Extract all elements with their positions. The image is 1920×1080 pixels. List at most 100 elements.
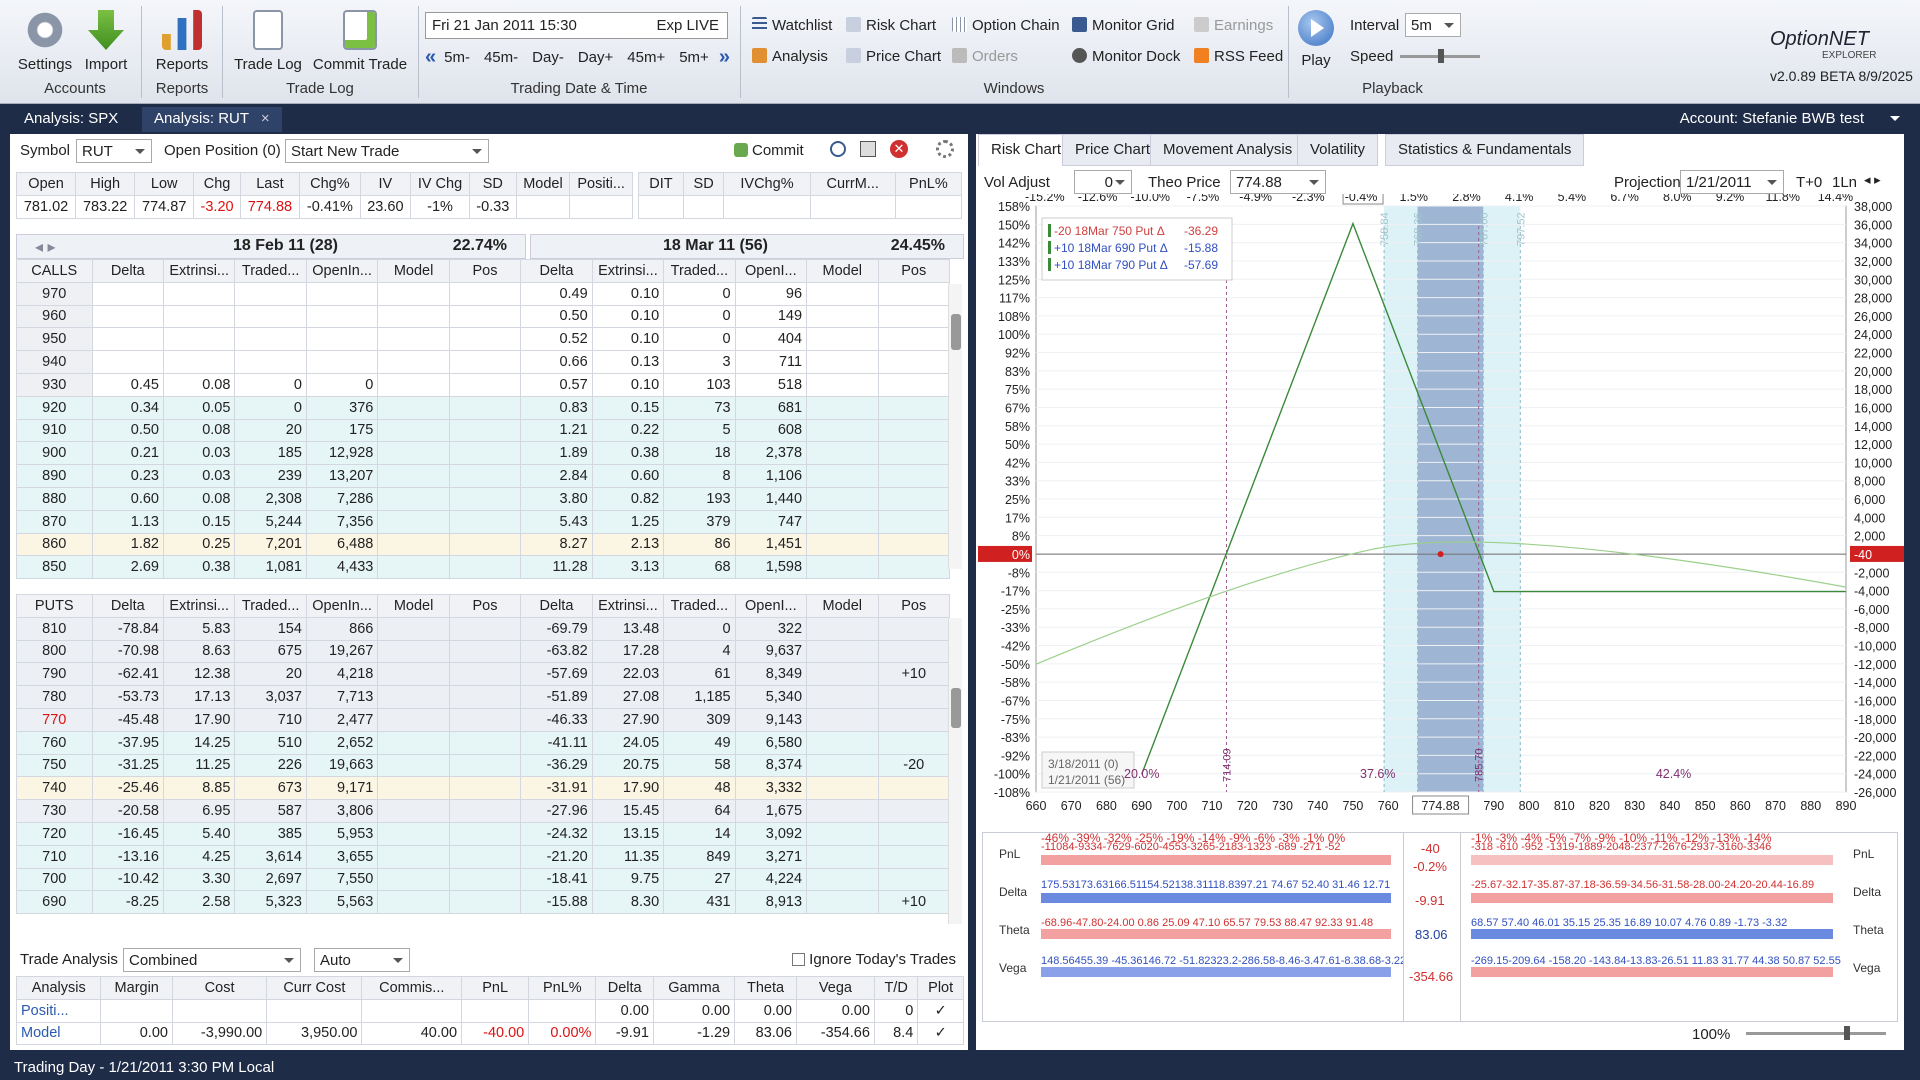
option-cell[interactable] — [448, 753, 522, 778]
option-cell[interactable]: 681 — [734, 395, 808, 420]
option-cell[interactable]: 5.40 — [162, 821, 236, 846]
option-cell[interactable]: 0.23 — [91, 464, 164, 488]
option-cell[interactable]: 14 — [663, 821, 736, 846]
option-cell[interactable]: 5,244 — [234, 509, 307, 534]
option-cell[interactable]: 0.45 — [91, 372, 164, 397]
option-cell[interactable]: 0 — [234, 372, 307, 397]
option-cell[interactable]: 6,580 — [734, 730, 808, 755]
option-cell[interactable]: 58 — [663, 753, 736, 778]
option-cell[interactable]: 0.15 — [591, 395, 665, 420]
option-cell[interactable]: -41.11 — [520, 730, 593, 755]
option-cell[interactable]: -16.45 — [91, 821, 164, 846]
chart-tab-0[interactable]: Risk Chart — [978, 134, 1075, 166]
option-cell[interactable]: 1.25 — [591, 509, 665, 534]
option-cell[interactable]: 17.90 — [591, 776, 665, 801]
option-cell[interactable]: 4.25 — [162, 844, 236, 869]
option-cell[interactable] — [448, 327, 522, 352]
option-cell[interactable] — [877, 707, 951, 732]
option-row[interactable]: 710 -13.16 4.25 3,614 3,655 -21.20 11.35 849 3,2… — [16, 844, 951, 869]
option-cell[interactable] — [448, 707, 522, 732]
option-cell[interactable]: 103 — [663, 372, 736, 397]
option-cell[interactable] — [877, 776, 951, 801]
option-cell[interactable]: 0.49 — [520, 281, 593, 306]
option-row[interactable]: 790 -62.41 12.38 20 4,218 -57.69 22.03 61 8,349 +… — [16, 662, 951, 687]
ta-row[interactable]: Positi... 0.00 0.00 0.00 0.00 0 ✓ — [15, 998, 964, 1023]
option-cell[interactable]: 17.13 — [162, 685, 236, 709]
option-cell[interactable] — [806, 464, 879, 488]
option-cell[interactable]: 226 — [234, 753, 307, 778]
option-cell[interactable] — [377, 304, 450, 329]
option-cell[interactable]: 22.03 — [591, 662, 665, 687]
option-cell[interactable]: -13.16 — [91, 844, 164, 869]
option-row[interactable]: 770 -45.48 17.90 710 2,477 -46.33 27.90 309 9,14… — [16, 707, 951, 732]
option-cell[interactable] — [877, 372, 951, 397]
option-cell[interactable]: -31.25 — [91, 753, 164, 778]
option-cell[interactable] — [448, 616, 522, 641]
option-cell[interactable]: -78.84 — [91, 616, 164, 641]
option-cell[interactable]: 1,440 — [734, 486, 808, 511]
option-cell[interactable] — [806, 707, 879, 732]
option-cell[interactable]: 4,433 — [305, 555, 379, 580]
option-cell[interactable]: 675 — [234, 639, 307, 664]
option-cell[interactable] — [377, 685, 450, 709]
option-cell[interactable]: 9,637 — [734, 639, 808, 664]
option-cell[interactable]: -51.89 — [520, 685, 593, 709]
speed-slider-thumb[interactable] — [1438, 49, 1444, 63]
option-cell[interactable] — [877, 685, 951, 709]
ta-row[interactable]: Model 0.00 -3,990.00 3,950.00 40.00 -40.00 0.0… — [15, 1021, 964, 1046]
option-cell[interactable]: 7,286 — [305, 486, 379, 511]
option-cell[interactable] — [377, 486, 450, 511]
option-cell[interactable]: 2.58 — [162, 890, 236, 915]
option-cell[interactable]: 0.60 — [591, 464, 665, 488]
option-cell[interactable]: 379 — [663, 509, 736, 534]
monitor-dock-button[interactable]: Monitor Dock — [1072, 48, 1180, 65]
option-cell[interactable]: 8,349 — [734, 662, 808, 687]
option-cell[interactable]: 49 — [663, 730, 736, 755]
option-cell[interactable] — [377, 776, 450, 801]
option-cell[interactable]: 0 — [234, 395, 307, 420]
option-cell[interactable]: -24.32 — [520, 821, 593, 846]
option-cell[interactable]: 1,081 — [234, 555, 307, 580]
option-row[interactable]: 750 -31.25 11.25 226 19,663 -36.29 20.75 58 8,37… — [16, 753, 951, 778]
option-cell[interactable]: 0.34 — [91, 395, 164, 420]
option-row[interactable]: 910 0.50 0.08 20 175 1.21 0.22 5 608 — [16, 418, 951, 443]
option-cell[interactable] — [806, 662, 879, 687]
option-cell[interactable]: -69.79 — [520, 616, 593, 641]
option-cell[interactable] — [806, 799, 879, 823]
monitor-grid-button[interactable]: Monitor Grid — [1072, 17, 1175, 34]
option-cell[interactable] — [377, 867, 450, 892]
option-cell[interactable] — [448, 639, 522, 664]
option-row[interactable]: 950 0.52 0.10 0 404 — [16, 327, 951, 352]
option-cell[interactable]: 2.84 — [520, 464, 593, 488]
trade-log-button[interactable]: Trade Log — [232, 10, 304, 73]
option-cell[interactable] — [377, 327, 450, 352]
option-cell[interactable]: 11.28 — [520, 555, 593, 580]
option-row[interactable]: 870 1.13 0.15 5,244 7,356 5.43 1.25 379 747 — [16, 509, 951, 534]
option-cell[interactable] — [377, 350, 450, 374]
option-cell[interactable] — [448, 418, 522, 443]
option-cell[interactable]: 2.13 — [591, 532, 665, 557]
option-cell[interactable] — [377, 662, 450, 687]
nav-45m-back[interactable]: 45m- — [484, 49, 518, 66]
option-cell[interactable]: 0.66 — [520, 350, 593, 374]
option-cell[interactable] — [162, 281, 236, 306]
option-row[interactable]: 700 -10.42 3.30 2,697 7,550 -18.41 9.75 27 4,224 — [16, 867, 951, 892]
option-cell[interactable]: 7,201 — [234, 532, 307, 557]
option-cell[interactable]: 11.35 — [591, 844, 665, 869]
option-cell[interactable]: 8.63 — [162, 639, 236, 664]
commit-trade-button[interactable]: Commit Trade — [312, 10, 408, 73]
option-cell[interactable]: 711 — [734, 350, 808, 374]
option-cell[interactable]: 5,340 — [734, 685, 808, 709]
option-cell[interactable]: 3,332 — [734, 776, 808, 801]
option-cell[interactable]: 0.22 — [591, 418, 665, 443]
option-cell[interactable] — [234, 304, 307, 329]
option-cell[interactable]: 0.08 — [162, 418, 236, 443]
option-cell[interactable]: 5.83 — [162, 616, 236, 641]
rss-feed-button[interactable]: RSS Feed — [1194, 48, 1283, 65]
auto-select[interactable]: Auto — [314, 948, 410, 972]
option-cell[interactable] — [377, 730, 450, 755]
option-cell[interactable] — [806, 509, 879, 534]
option-cell[interactable]: 24.05 — [591, 730, 665, 755]
option-cell[interactable] — [448, 441, 522, 466]
option-cell[interactable]: 0.03 — [162, 464, 236, 488]
